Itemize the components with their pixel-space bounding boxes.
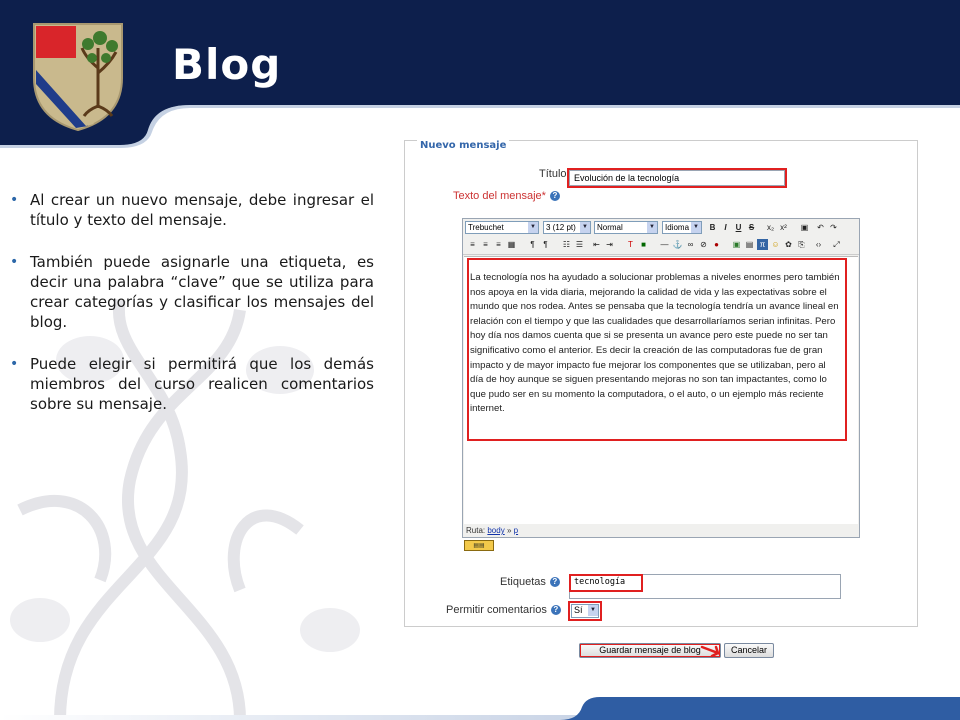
message-body-label: Texto del mensaje*?: [453, 190, 560, 202]
underline-icon[interactable]: U: [733, 222, 744, 233]
link-icon[interactable]: ∞: [685, 239, 696, 250]
bullet-list: • Al crear un nuevo mensaje, debe ingres…: [10, 190, 374, 436]
message-body-label-text: Texto del mensaje*: [453, 190, 546, 202]
comments-label-text: Permitir comentarios: [446, 604, 547, 616]
chevron-down-icon: ▼: [580, 222, 590, 233]
align-center-icon[interactable]: ≡: [480, 239, 491, 250]
bullet-text: También puede asignarle una etiqueta, es…: [30, 253, 374, 331]
text-color-icon[interactable]: T: [625, 239, 636, 250]
redo-icon[interactable]: ↷: [828, 222, 839, 233]
unlink-icon[interactable]: ⊘: [698, 239, 709, 250]
new-message-form: Nuevo mensaje Título Evolución de la tec…: [404, 140, 918, 627]
indent-icon[interactable]: ⇥: [604, 239, 615, 250]
bullet-item: • Puede elegir si permitirá que los demá…: [10, 354, 374, 414]
path-p-link[interactable]: p: [514, 526, 518, 535]
outdent-icon[interactable]: ⇤: [591, 239, 602, 250]
language-select-value: Idioma: [665, 223, 690, 232]
ordered-list-icon[interactable]: ☷: [561, 239, 572, 250]
title-highlight: [567, 168, 787, 188]
format-select-value: Normal: [597, 223, 623, 232]
help-icon[interactable]: ?: [550, 605, 561, 616]
editor-toolbar: Trebuchet ▼ 3 (12 pt) ▼ Normal ▼ Idioma ▼ B …: [463, 219, 859, 255]
path-separator: »: [506, 526, 512, 535]
table-icon[interactable]: ▤: [744, 239, 755, 250]
footer-bar: [0, 697, 960, 720]
bullet-text: Al crear un nuevo mensaje, debe ingresar…: [30, 191, 374, 229]
chevron-down-icon: ▼: [647, 222, 657, 233]
tags-highlight: [569, 574, 643, 592]
undo-icon[interactable]: ↶: [815, 222, 826, 233]
cancel-button[interactable]: Cancelar: [724, 643, 774, 658]
strikethrough-icon[interactable]: S: [746, 222, 757, 233]
size-select-value: 3 (12 pt): [546, 223, 576, 232]
bullet-dot: •: [10, 254, 19, 270]
unordered-list-icon[interactable]: ☰: [574, 239, 585, 250]
clean-format-icon[interactable]: ▣: [799, 222, 810, 233]
smiley-icon[interactable]: ☺: [770, 239, 781, 250]
comments-label: Permitir comentarios?: [446, 604, 561, 616]
justify-icon[interactable]: ▦: [506, 239, 517, 250]
special-char-icon[interactable]: π: [757, 239, 768, 250]
insert-button-icon[interactable]: ▤▤: [464, 540, 494, 551]
html-source-icon[interactable]: ‹›: [813, 239, 824, 250]
chevron-down-icon: ▼: [528, 222, 538, 233]
image-icon[interactable]: ▣: [731, 239, 742, 250]
form-legend: Nuevo mensaje: [417, 140, 510, 151]
fullscreen-icon[interactable]: ⤢: [831, 239, 842, 250]
comments-highlight: [568, 601, 602, 621]
rtl-icon[interactable]: ¶: [540, 239, 551, 250]
size-select[interactable]: 3 (12 pt) ▼: [543, 221, 591, 234]
ltr-icon[interactable]: ¶: [527, 239, 538, 250]
bullet-item: • Al crear un nuevo mensaje, debe ingres…: [10, 190, 374, 230]
align-right-icon[interactable]: ≡: [493, 239, 504, 250]
chevron-down-icon: ▼: [691, 222, 701, 233]
title-label: Título: [539, 168, 567, 180]
arrow-pointer-icon: [700, 645, 721, 658]
bg-color-icon[interactable]: ■: [638, 239, 649, 250]
bullet-item: • También puede asignarle una etiqueta, …: [10, 252, 374, 332]
save-button-highlight: [580, 644, 720, 657]
align-left-icon[interactable]: ≡: [467, 239, 478, 250]
spellcheck-icon[interactable]: ✿: [783, 239, 794, 250]
bullet-dot: •: [10, 192, 19, 208]
tags-label: Etiquetas?: [500, 576, 560, 588]
bullet-dot: •: [10, 356, 19, 372]
format-select[interactable]: Normal ▼: [594, 221, 658, 234]
path-body-link[interactable]: body: [487, 526, 504, 535]
message-body-highlight: [467, 258, 847, 441]
search-replace-icon[interactable]: ⎘: [796, 239, 807, 250]
tags-label-text: Etiquetas: [500, 576, 546, 588]
language-select[interactable]: Idioma ▼: [662, 221, 702, 234]
italic-icon[interactable]: I: [720, 222, 731, 233]
anchor-icon[interactable]: ⚓: [672, 239, 683, 250]
font-select[interactable]: Trebuchet ▼: [465, 221, 539, 234]
coat-of-arms-logo: [28, 18, 128, 134]
help-icon[interactable]: ?: [549, 191, 560, 202]
path-label: Ruta:: [466, 526, 486, 535]
nolink-icon[interactable]: ●: [711, 239, 722, 250]
horizontal-rule-icon[interactable]: —: [659, 239, 670, 250]
editor-path-bar: Ruta: body » p: [463, 525, 859, 537]
font-select-value: Trebuchet: [468, 223, 504, 232]
superscript-icon[interactable]: x²: [778, 222, 789, 233]
bold-icon[interactable]: B: [707, 222, 718, 233]
subscript-icon[interactable]: x₂: [765, 222, 776, 233]
help-icon[interactable]: ?: [549, 577, 560, 588]
slide-title: Blog: [172, 40, 282, 89]
bullet-text: Puede elegir si permitirá que los demás …: [30, 355, 374, 413]
header-banner: Blog: [0, 0, 960, 150]
